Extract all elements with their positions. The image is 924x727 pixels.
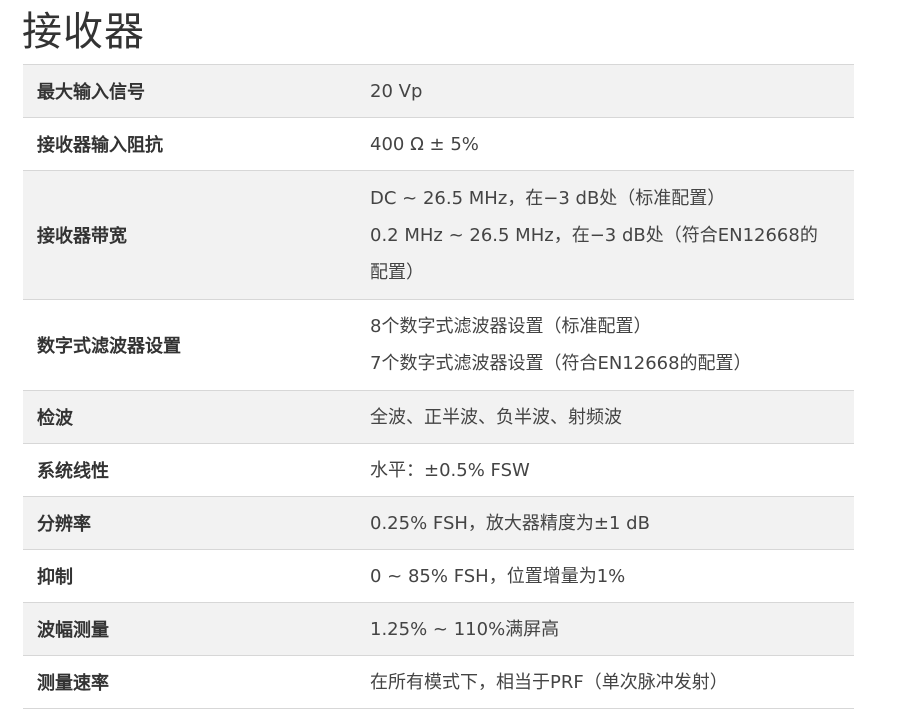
row-label: 系统线性	[23, 443, 356, 497]
table-row: 数字式滤波器设置 8个数字式滤波器设置（标准配置） 7个数字式滤波器设置（符合E…	[23, 299, 854, 391]
value-line: 20 Vp	[370, 80, 423, 102]
row-value: DC ~ 26.5 MHz，在−3 dB处（标准配置） 0.2 MHz ~ 26…	[356, 170, 854, 300]
row-value: 在所有模式下，相当于PRF（单次脉冲发射）	[356, 655, 854, 709]
row-value: 8个数字式滤波器设置（标准配置） 7个数字式滤波器设置（符合EN12668的配置…	[356, 299, 854, 391]
table-row: 检波 全波、正半波、负半波、射频波	[23, 390, 854, 444]
row-label: 抑制	[23, 549, 356, 603]
row-label: 分辨率	[23, 496, 356, 550]
table-row: 分辨率 0.25% FSH，放大器精度为±1 dB	[23, 496, 854, 550]
value-line: 7个数字式滤波器设置（符合EN12668的配置）	[370, 353, 752, 374]
value-line: 水平：±0.5% FSW	[370, 459, 530, 481]
value-line: 配置）	[370, 261, 424, 283]
value-line: 8个数字式滤波器设置（标准配置）	[370, 316, 652, 337]
value-line: 在所有模式下，相当于PRF（单次脉冲发射）	[370, 671, 728, 693]
value-line: 400 Ω ± 5%	[370, 133, 479, 155]
table-row: 系统线性 水平：±0.5% FSW	[23, 443, 854, 497]
spec-table: 最大输入信号 20 Vp 接收器输入阻抗 400 Ω ± 5% 接收器带宽 DC…	[23, 64, 854, 709]
value-line: 0.25% FSH，放大器精度为±1 dB	[370, 512, 650, 534]
value-line: 1.25% ~ 110%满屏高	[370, 618, 560, 640]
row-value: 0 ~ 85% FSH，位置增量为1%	[356, 549, 854, 603]
table-row: 接收器输入阻抗 400 Ω ± 5%	[23, 117, 854, 171]
row-label: 数字式滤波器设置	[23, 299, 356, 391]
table-row: 测量速率 在所有模式下，相当于PRF（单次脉冲发射）	[23, 655, 854, 709]
row-value: 20 Vp	[356, 64, 854, 118]
table-row: 最大输入信号 20 Vp	[23, 64, 854, 118]
table-row: 波幅测量 1.25% ~ 110%满屏高	[23, 602, 854, 656]
row-label: 接收器输入阻抗	[23, 117, 356, 171]
table-row: 接收器带宽 DC ~ 26.5 MHz，在−3 dB处（标准配置） 0.2 MH…	[23, 170, 854, 300]
row-label: 最大输入信号	[23, 64, 356, 118]
row-label: 波幅测量	[23, 602, 356, 656]
value-line: DC ~ 26.5 MHz，在−3 dB处（标准配置）	[370, 187, 726, 209]
page-title: 接收器	[22, 9, 145, 55]
row-value: 400 Ω ± 5%	[356, 117, 854, 171]
row-value: 全波、正半波、负半波、射频波	[356, 390, 854, 444]
row-label: 接收器带宽	[23, 170, 356, 300]
table-row: 抑制 0 ~ 85% FSH，位置增量为1%	[23, 549, 854, 603]
row-value: 水平：±0.5% FSW	[356, 443, 854, 497]
row-value: 0.25% FSH，放大器精度为±1 dB	[356, 496, 854, 550]
value-line: 0 ~ 85% FSH，位置增量为1%	[370, 565, 626, 587]
row-value: 1.25% ~ 110%满屏高	[356, 602, 854, 656]
row-label: 检波	[23, 390, 356, 444]
value-line: 全波、正半波、负半波、射频波	[370, 406, 622, 428]
value-line: 0.2 MHz ~ 26.5 MHz，在−3 dB处（符合EN12668的	[370, 224, 818, 246]
row-label: 测量速率	[23, 655, 356, 709]
